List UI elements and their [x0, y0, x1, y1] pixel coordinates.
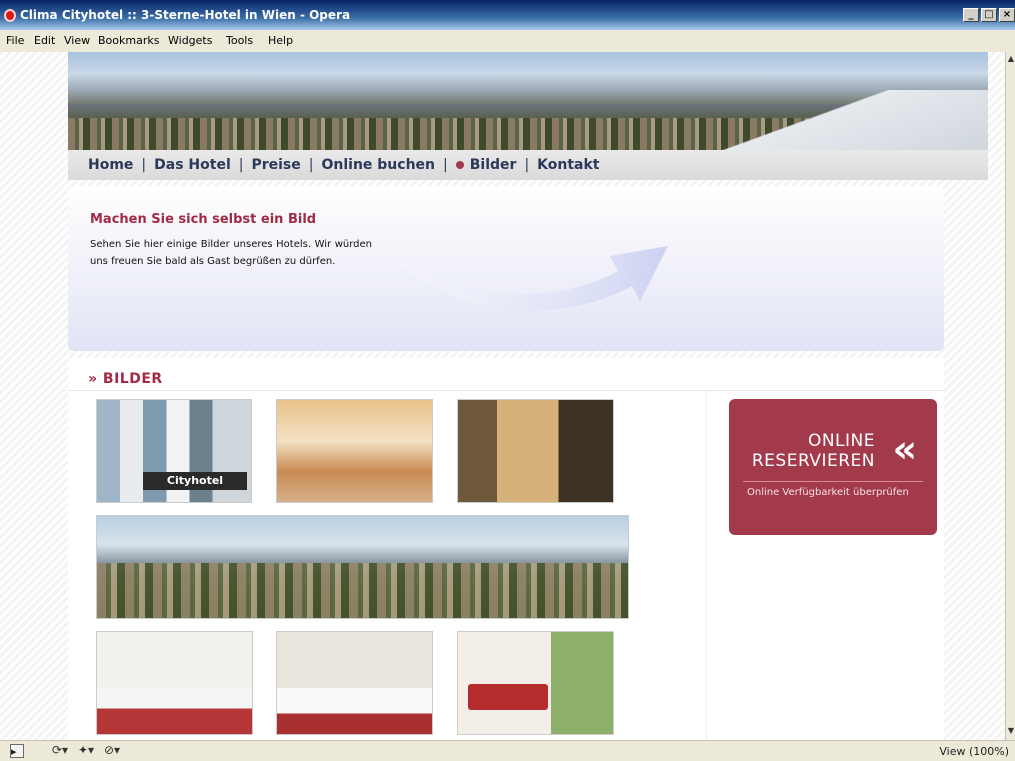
decorative-arrow-icon [383, 246, 668, 311]
reserve-divider [743, 481, 923, 482]
photo-room-sofa[interactable] [457, 631, 614, 735]
menu-bar: File Edit View Bookmarks Widgets Tools H… [0, 30, 1015, 52]
intro-text: Sehen Sie hier einige Bilder unseres Hot… [90, 239, 372, 267]
photo-room-double[interactable] [276, 631, 433, 735]
menu-file[interactable]: File [6, 34, 24, 47]
signal-icon[interactable]: ✦▾ [78, 743, 94, 757]
intro-heading: Machen Sie sich selbst ein Bild [90, 212, 317, 227]
opera-logo-icon [4, 9, 16, 22]
red-sofa [468, 684, 548, 710]
nav-separator: | [443, 157, 448, 173]
nav-home[interactable]: Home [88, 157, 133, 173]
panorama-city [97, 563, 628, 618]
window-title: Clima Cityhotel :: 3-Sterne-Hotel in Wie… [20, 8, 351, 22]
menu-view[interactable]: View [64, 34, 90, 47]
menu-edit[interactable]: Edit [34, 34, 55, 47]
nav-separator: | [141, 157, 147, 173]
vertical-scrollbar[interactable]: ▲ ▼ [1005, 52, 1015, 740]
reserve-line2: RESERVIEREN [751, 451, 875, 471]
menu-help[interactable]: Help [268, 34, 293, 47]
section-heading: » BILDER [88, 371, 163, 387]
photo-hotel-facade[interactable]: Cityhotel [96, 399, 252, 503]
reserve-subtext: Online Verfügbarkeit überprüfen [747, 487, 909, 498]
menu-bookmarks[interactable]: Bookmarks [98, 34, 159, 47]
photo-lobby-chairs[interactable] [276, 399, 433, 503]
web-viewport: Home | Das Hotel | Preise | Online buche… [0, 52, 1005, 740]
gallery-section: » BILDER Cityhotel ONLINE RESERVIEREN « … [68, 358, 944, 740]
nav-separator: | [524, 157, 530, 173]
online-reservieren-button[interactable]: ONLINE RESERVIEREN « Online Verfügbarkei… [729, 399, 937, 535]
reserve-line1: ONLINE [807, 431, 875, 451]
photo-vienna-panorama[interactable] [96, 515, 629, 619]
window-titlebar: Clima Cityhotel :: 3-Sterne-Hotel in Wie… [0, 0, 1015, 30]
scroll-down-icon[interactable]: ▼ [1006, 726, 1015, 738]
zoom-control[interactable]: View (100%) [939, 745, 1009, 758]
close-button[interactable]: × [999, 8, 1015, 22]
nav-das-hotel[interactable]: Das Hotel [154, 157, 231, 173]
nav-preise[interactable]: Preise [251, 157, 300, 173]
sync-icon[interactable]: ⟳▾ [52, 743, 68, 757]
photo-lobby-lounge[interactable] [457, 399, 614, 503]
status-bar: ▸ ⟳▾ ✦▾ ⊘▾ View (100%) [0, 740, 1015, 761]
scroll-up-icon[interactable]: ▲ [1006, 54, 1015, 66]
block-icon[interactable]: ⊘▾ [104, 743, 120, 757]
nav-bilder[interactable]: Bilder [470, 157, 517, 173]
main-navigation: Home | Das Hotel | Preise | Online buche… [68, 150, 988, 180]
maximize-button[interactable]: □ [981, 8, 997, 22]
banner-rooftop [708, 90, 988, 150]
active-dot-icon [455, 161, 464, 169]
menu-tools[interactable]: Tools [226, 34, 253, 47]
window-controls: _ □ × [963, 8, 1015, 22]
nav-kontakt[interactable]: Kontakt [537, 157, 599, 173]
panel-toggle-button[interactable]: ▸ [10, 744, 24, 758]
nav-separator: | [308, 157, 314, 173]
minimize-button[interactable]: _ [963, 8, 979, 22]
double-chevron-icon: « [892, 427, 917, 471]
vienna-panorama-banner [68, 52, 988, 150]
photo-room-twin[interactable] [96, 631, 253, 735]
nav-online-buchen[interactable]: Online buchen [321, 157, 435, 173]
intro-box: Machen Sie sich selbst ein Bild Sehen Si… [68, 186, 944, 351]
hotel-sign: Cityhotel [143, 472, 247, 490]
menu-widgets[interactable]: Widgets [168, 34, 212, 47]
nav-separator: | [238, 157, 244, 173]
